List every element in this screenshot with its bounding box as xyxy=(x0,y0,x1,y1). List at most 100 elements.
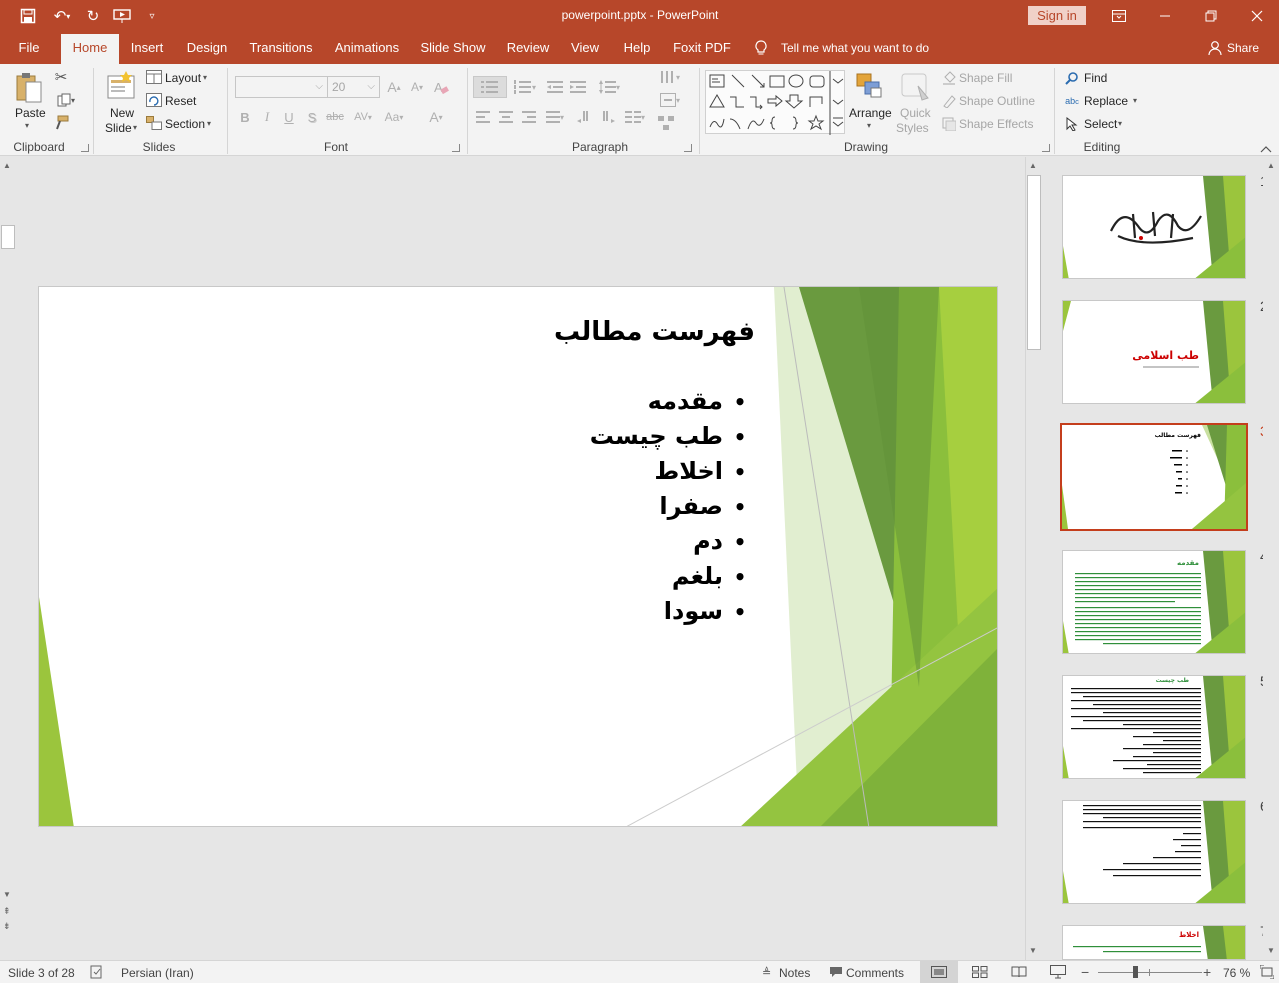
shape-outline-button[interactable]: Shape Outline xyxy=(959,94,1035,108)
shape-fill-icon[interactable] xyxy=(941,70,957,86)
tell-me-search[interactable]: Tell me what you want to do xyxy=(781,41,929,55)
slide-thumbnail-6[interactable] xyxy=(1062,800,1246,904)
replace-button[interactable]: Replace xyxy=(1084,94,1128,108)
editor-scroll-down-icon[interactable]: ▼ xyxy=(1029,946,1037,955)
section-button[interactable]: Section xyxy=(165,117,205,131)
slide-show-icon[interactable] xyxy=(1050,965,1066,979)
quick-styles-label-1[interactable]: Quick xyxy=(900,106,931,120)
scroll-up-icon[interactable]: ▲ xyxy=(3,161,11,170)
shape-outline-icon[interactable] xyxy=(941,93,957,109)
line-spacing-icon[interactable]: ▾ xyxy=(594,78,624,96)
thumbnail-scrollbar[interactable]: ▲ ▼ xyxy=(1263,157,1279,960)
tab-foxit-pdf[interactable]: Foxit PDF xyxy=(670,32,734,64)
start-from-beginning-icon[interactable] xyxy=(112,6,132,26)
notes-button[interactable]: Notes xyxy=(779,966,810,980)
font-name-combo[interactable]: ⌵ xyxy=(235,76,328,98)
select-dropdown-icon[interactable]: ▾ xyxy=(1118,119,1122,128)
format-painter-icon[interactable] xyxy=(52,114,70,132)
tab-transitions[interactable]: Transitions xyxy=(246,32,316,64)
zoom-in-icon[interactable]: + xyxy=(1203,964,1211,980)
layout-dropdown-icon[interactable]: ▾ xyxy=(203,73,207,82)
thumbnail-scroll-up-icon[interactable]: ▲ xyxy=(1267,161,1275,170)
section-icon[interactable] xyxy=(146,116,162,130)
slide-thumbnail-4[interactable]: مقدمه xyxy=(1062,550,1246,654)
ltr-icon[interactable] xyxy=(598,108,616,126)
shape-fill-button[interactable]: Shape Fill xyxy=(959,71,1012,85)
align-center-icon[interactable] xyxy=(497,108,515,126)
quick-styles-label-2[interactable]: Styles xyxy=(896,121,929,135)
copy-icon[interactable]: ▾ xyxy=(52,91,80,109)
reset-button[interactable]: Reset xyxy=(165,94,196,108)
new-slide-dropdown-icon[interactable]: ▾ xyxy=(133,123,137,132)
arrange-button[interactable]: Arrange xyxy=(849,106,892,120)
save-icon[interactable] xyxy=(18,6,38,26)
reading-view-icon[interactable] xyxy=(1011,966,1027,978)
grow-font-icon[interactable]: A ▴ xyxy=(385,78,403,96)
editor-scroll-thumb[interactable] xyxy=(1027,175,1041,350)
editor-scroll-up-icon[interactable]: ▲ xyxy=(1029,161,1037,170)
left-scrollbar[interactable]: ▲ ▼ ⇞ ⇟ xyxy=(0,157,16,940)
shape-effects-button[interactable]: Shape Effects xyxy=(959,117,1034,131)
layout-icon[interactable] xyxy=(146,70,162,84)
text-direction-icon[interactable]: ▾ xyxy=(656,68,684,86)
font-launcher-icon[interactable] xyxy=(452,144,460,152)
layout-button[interactable]: Layout xyxy=(165,71,201,85)
clear-formatting-icon[interactable]: A xyxy=(432,78,450,96)
comments-icon[interactable] xyxy=(829,966,843,978)
reset-icon[interactable] xyxy=(146,93,162,107)
undo-icon[interactable]: ↶ ▾ xyxy=(48,6,76,26)
new-slide-label-1[interactable]: New xyxy=(110,106,134,120)
zoom-slider-thumb[interactable] xyxy=(1133,966,1139,978)
zoom-level[interactable]: 76 % xyxy=(1223,966,1250,980)
new-slide-icon[interactable] xyxy=(106,70,136,102)
tab-animations[interactable]: Animations xyxy=(330,32,404,64)
share-button[interactable]: Share xyxy=(1227,41,1259,55)
underline-icon[interactable]: U xyxy=(281,108,297,126)
paragraph-launcher-icon[interactable] xyxy=(684,144,692,152)
tab-slide-show[interactable]: Slide Show xyxy=(418,32,488,64)
quick-styles-icon[interactable] xyxy=(900,72,932,102)
scroll-thumb[interactable] xyxy=(1,225,15,249)
section-dropdown-icon[interactable]: ▾ xyxy=(207,119,211,128)
align-text-icon[interactable]: ▾ xyxy=(656,91,684,109)
slide-sorter-icon[interactable] xyxy=(972,966,988,978)
slide-thumbnail-7[interactable]: اخلاط xyxy=(1062,925,1246,960)
paste-dropdown-icon[interactable]: ▾ xyxy=(25,121,29,130)
shape-effects-icon[interactable] xyxy=(941,116,957,132)
italic-icon[interactable]: I xyxy=(259,108,275,126)
minimize-icon[interactable] xyxy=(1155,6,1175,26)
arrange-dropdown-icon[interactable]: ▾ xyxy=(867,121,871,130)
arrange-icon[interactable] xyxy=(855,72,885,100)
select-button[interactable]: Select xyxy=(1084,117,1117,131)
slide-thumbnail-3[interactable]: فهرست مطالب xyxy=(1060,423,1248,531)
notes-icon[interactable]: ≜ xyxy=(762,966,771,979)
rtl-icon[interactable] xyxy=(576,108,594,126)
spelling-icon[interactable] xyxy=(90,965,104,979)
slide-thumbnail-5[interactable]: طب چیست xyxy=(1062,675,1246,779)
thumbnail-scroll-down-icon[interactable]: ▼ xyxy=(1267,946,1275,955)
shapes-gallery[interactable] xyxy=(705,70,845,135)
tab-view[interactable]: View xyxy=(566,32,604,64)
text-shadow-icon[interactable]: S xyxy=(304,108,320,126)
tab-insert[interactable]: Insert xyxy=(125,32,169,64)
font-color-icon[interactable]: A ▾ xyxy=(420,108,452,126)
sign-in-button[interactable]: Sign in xyxy=(1028,6,1086,25)
customize-toolbar-icon[interactable]: ▿ xyxy=(142,6,162,26)
zoom-slider[interactable] xyxy=(1098,972,1202,973)
comments-button[interactable]: Comments xyxy=(846,966,904,980)
align-left-icon[interactable] xyxy=(474,108,492,126)
restore-icon[interactable] xyxy=(1201,6,1221,26)
current-slide[interactable]: فهرست مطالب •مقدمه •طب چیست •اخلاط •صفرا… xyxy=(38,286,998,827)
columns-icon[interactable]: ▾ xyxy=(622,108,648,126)
slide-thumbnail-2[interactable]: طب اسلامی xyxy=(1062,300,1246,404)
numbering-icon[interactable]: ▾ xyxy=(510,78,540,96)
bullets-icon[interactable] xyxy=(473,76,507,98)
paste-button[interactable]: Paste xyxy=(15,106,46,120)
justify-icon[interactable]: ▾ xyxy=(542,108,568,126)
next-slide-icon[interactable]: ⇟ xyxy=(3,921,11,932)
paste-icon[interactable] xyxy=(14,70,44,106)
decrease-indent-icon[interactable] xyxy=(545,78,565,96)
scroll-down-icon[interactable]: ▼ xyxy=(3,890,11,899)
select-icon[interactable] xyxy=(1064,116,1080,132)
smartart-icon[interactable] xyxy=(656,114,676,132)
